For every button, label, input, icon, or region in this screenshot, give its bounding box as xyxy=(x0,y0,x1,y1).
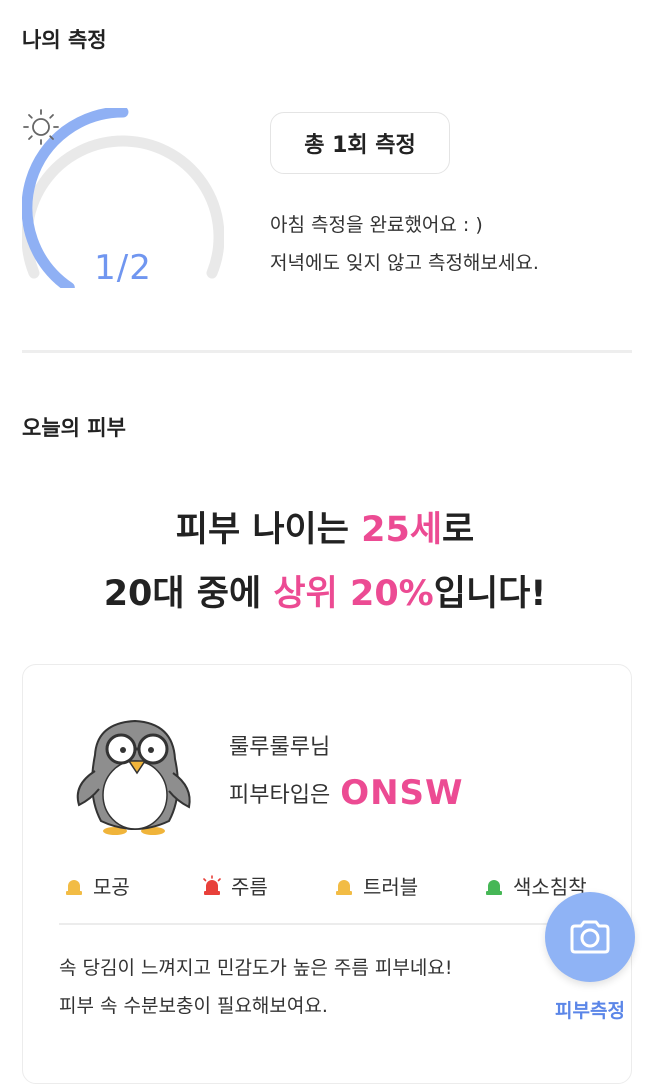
skin-concern-tags: 모공 주름 트러블 색소침착 xyxy=(63,871,623,911)
tag-trouble: 트러블 xyxy=(333,871,418,900)
headline-text: 20대 중에 xyxy=(103,574,274,614)
tag-label: 주름 xyxy=(231,875,268,899)
skin-type-label: 피부타입은 xyxy=(229,783,331,808)
total-measure-badge[interactable]: 총 1회 측정 xyxy=(270,112,450,174)
skin-measure-fab-label[interactable]: 피부측정 xyxy=(545,996,635,1023)
headline-line2: 20대 중에 상위 20%입니다! xyxy=(0,562,650,626)
skin-profile-card[interactable]: 룰루룰루님 피부타입은 ONSW 모공 주름 트러블 색소침착 속 당김이 느껴… xyxy=(22,664,632,1084)
rank-value: 상위 20% xyxy=(273,574,434,614)
headline-text: 로 xyxy=(442,510,475,550)
tag-wrinkle: 주름 xyxy=(201,871,268,900)
measure-progress-gauge: 1/2 xyxy=(22,108,224,288)
tag-label: 모공 xyxy=(93,875,130,899)
measure-message-line1: 아침 측정을 완료했어요 : ) xyxy=(270,214,483,236)
alert-light-icon xyxy=(66,879,82,895)
penguin-mascot-icon xyxy=(76,719,191,835)
description-line1: 속 당김이 느껴지고 민감도가 높은 주름 피부네요! xyxy=(59,957,453,979)
skin-type-line: 피부타입은 ONSW xyxy=(229,773,464,813)
user-nickname: 룰루룰루님 xyxy=(229,735,331,760)
headline-text: 입니다! xyxy=(433,574,547,614)
my-measure-title: 나의 측정 xyxy=(22,28,107,52)
skin-measure-fab[interactable] xyxy=(545,892,635,982)
skin-age-value: 25세 xyxy=(361,510,443,550)
card-divider xyxy=(59,923,599,925)
skin-description: 속 당김이 느껴지고 민감도가 높은 주름 피부네요! 피부 속 수분보충이 필… xyxy=(59,949,452,1025)
headline-line1: 피부 나이는 25세로 xyxy=(0,498,650,562)
alert-light-icon xyxy=(203,874,221,895)
skin-type-value: ONSW xyxy=(340,773,464,813)
skin-age-headline: 피부 나이는 25세로 20대 중에 상위 20%입니다! xyxy=(0,498,650,626)
headline-text: 피부 나이는 xyxy=(175,510,362,550)
camera-icon xyxy=(570,920,610,954)
tag-pore: 모공 xyxy=(63,871,130,900)
tag-label: 트러블 xyxy=(363,875,419,899)
progress-count: 1/2 xyxy=(94,248,152,288)
today-skin-title: 오늘의 피부 xyxy=(22,416,126,440)
measure-message: 아침 측정을 완료했어요 : ) 저녁에도 잊지 않고 측정해보세요. xyxy=(270,206,539,282)
description-line2: 피부 속 수분보충이 필요해보여요. xyxy=(59,995,328,1017)
alert-light-icon xyxy=(336,879,352,895)
measure-message-line2: 저녁에도 잊지 않고 측정해보세요. xyxy=(270,252,539,274)
sun-icon xyxy=(23,109,59,145)
section-divider xyxy=(22,350,632,353)
alert-light-icon xyxy=(486,879,502,895)
